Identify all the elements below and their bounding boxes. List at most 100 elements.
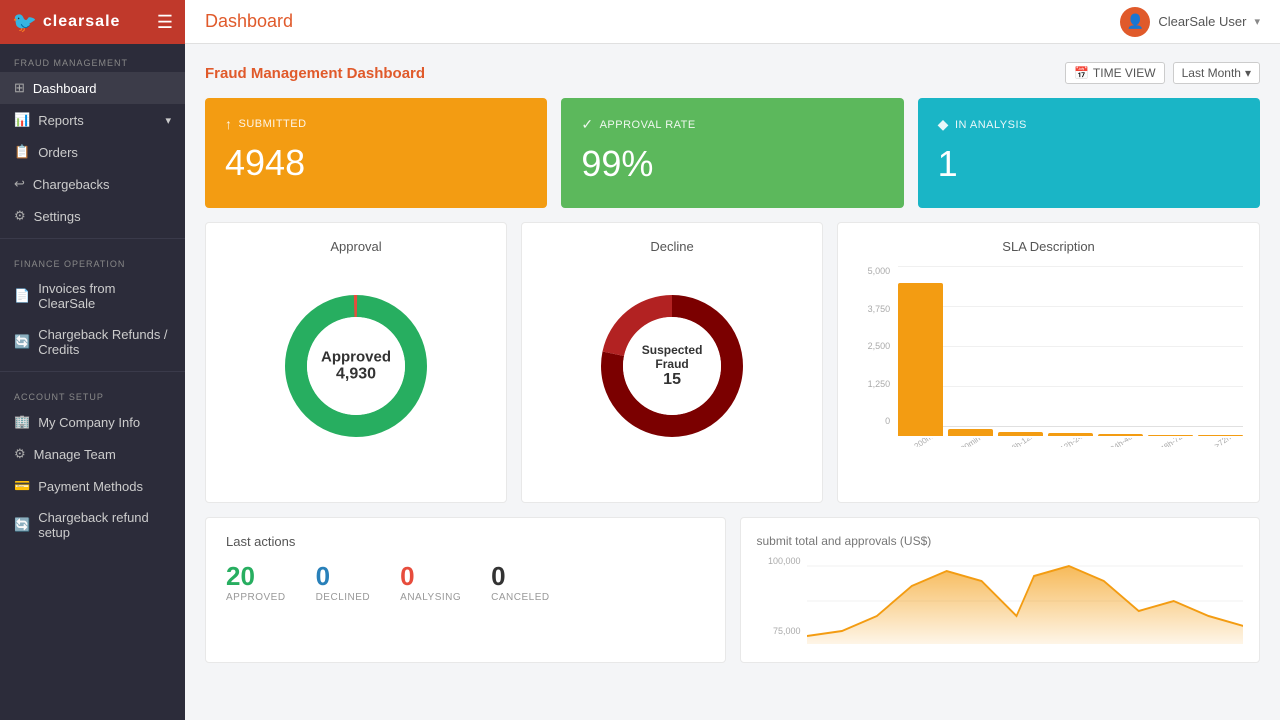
stat-canceled: 0 CANCELED [491, 561, 549, 603]
canceled-label: CANCELED [491, 592, 549, 603]
approval-donut-label: Approved 4,930 [321, 349, 391, 384]
bar-group-5 [1098, 434, 1143, 436]
sidebar-item-orders[interactable]: 📋 Orders [0, 136, 185, 168]
kpi-in-analysis: ◆ IN ANALYSIS 1 [918, 98, 1260, 208]
area-chart-container: 100,000 75,000 [757, 556, 1244, 646]
area-chart-card: submit total and approvals (US$) 100,000… [740, 517, 1261, 663]
sidebar-item-chargeback-setup[interactable]: 🔄 Chargeback refund setup [0, 502, 185, 548]
time-period-value: Last Month [1182, 66, 1241, 80]
chevron-down-icon: ▾ [1245, 66, 1251, 80]
canceled-value: 0 [491, 561, 549, 592]
kpi-submitted-label: SUBMITTED [239, 118, 307, 130]
kpi-submitted-value: 4948 [225, 142, 527, 184]
analysing-value: 0 [400, 561, 461, 592]
x-label-2: 200min-6h [948, 438, 993, 447]
company-icon: 🏢 [14, 414, 30, 430]
bottom-row: Last actions 20 APPROVED 0 DECLINED 0 AN… [205, 517, 1260, 663]
bar-200min [898, 283, 943, 436]
logo: 🐦 clearsale [12, 10, 120, 35]
reports-icon: 📊 [14, 112, 30, 128]
area-chart-svg [807, 556, 1244, 646]
sidebar-header: 🐦 clearsale ☰ [0, 0, 185, 44]
stat-declined: 0 DECLINED [316, 561, 371, 603]
chevron-down-icon: ▾ [1254, 15, 1260, 28]
logo-icon: 🐦 [12, 10, 37, 35]
decline-donut-label: Suspected Fraud 15 [632, 343, 712, 389]
hamburger-button[interactable]: ☰ [157, 12, 173, 33]
sidebar-item-label: Invoices from ClearSale [38, 281, 171, 311]
avatar: 👤 [1120, 7, 1150, 37]
analysis-icon: ◆ [938, 116, 949, 133]
chargeback-setup-icon: 🔄 [14, 517, 30, 533]
sidebar-item-label: Payment Methods [38, 479, 143, 494]
sidebar-item-label: Manage Team [34, 447, 116, 462]
team-icon: ⚙ [14, 446, 26, 462]
sidebar-item-manage-team[interactable]: ⚙ Manage Team [0, 438, 185, 470]
section-label-account: Account Setup [0, 378, 185, 406]
dashboard-header: Fraud Management Dashboard 📅 TIME VIEW L… [205, 62, 1260, 84]
y-label-2500: 2,500 [854, 341, 890, 351]
sidebar-item-settings[interactable]: ⚙ Settings [0, 200, 185, 232]
sidebar-item-label: Chargeback refund setup [38, 510, 171, 540]
sidebar-item-label: Dashboard [33, 81, 97, 96]
chargebacks-icon: ↩ [14, 176, 25, 192]
sidebar-item-chargebacks[interactable]: ↩ Chargebacks [0, 168, 185, 200]
decline-center-value: 15 [663, 371, 681, 388]
dashboard-icon: ⊞ [14, 80, 25, 96]
decline-chart-card: Decline Suspected Fraud 15 [521, 222, 823, 503]
last-actions-card: Last actions 20 APPROVED 0 DECLINED 0 AN… [205, 517, 726, 663]
sidebar-item-dashboard[interactable]: ⊞ Dashboard [0, 72, 185, 104]
kpi-approval-value: 99% [581, 143, 883, 185]
x-label-3: 6h-12h [998, 438, 1043, 447]
calendar-icon: 📅 [1074, 66, 1089, 80]
approved-label: APPROVED [226, 592, 286, 603]
bar-72h [1198, 435, 1243, 436]
sidebar-item-invoices[interactable]: 📄 Invoices from ClearSale [0, 273, 185, 319]
bar-12h-24h [1048, 433, 1093, 436]
bar-group-6 [1148, 435, 1193, 436]
actions-stats: 20 APPROVED 0 DECLINED 0 ANALYSING 0 CAN… [226, 561, 705, 603]
bar-group-4 [1048, 433, 1093, 436]
chart-row: Approval Approved 4,930 [205, 222, 1260, 503]
y-area-label-100k: 100,000 [757, 556, 801, 566]
sidebar-item-label: Reports [38, 113, 84, 128]
sidebar-item-reports[interactable]: 📊 Reports ▾ [0, 104, 185, 136]
time-view-button[interactable]: 📅 TIME VIEW [1065, 62, 1165, 84]
orders-icon: 📋 [14, 144, 30, 160]
bar-group-7 [1198, 435, 1243, 436]
y-label-1250: 1,250 [854, 379, 890, 389]
kpi-approval-rate: ✓ APPROVAL RATE 99% [561, 98, 903, 208]
sidebar-item-my-company[interactable]: 🏢 My Company Info [0, 406, 185, 438]
decline-donut: Suspected Fraud 15 [592, 286, 752, 446]
sidebar-item-chargeback-refunds[interactable]: 🔄 Chargeback Refunds / Credits [0, 319, 185, 365]
user-menu[interactable]: 👤 ClearSale User ▾ [1120, 7, 1260, 37]
time-period-button[interactable]: Last Month ▾ [1173, 62, 1260, 84]
x-label-1: < 200min [898, 438, 943, 447]
invoices-icon: 📄 [14, 288, 30, 304]
sla-chart: 5,000 3,750 2,500 1,250 0 [854, 266, 1243, 486]
approval-donut-container: Approved 4,930 [222, 266, 490, 466]
bar-200min-6h [948, 429, 993, 436]
settings-icon: ⚙ [14, 208, 26, 224]
bar-group-2 [948, 429, 993, 436]
submitted-icon: ↑ [225, 116, 233, 132]
approval-icon: ✓ [581, 116, 593, 133]
content-area: Fraud Management Dashboard 📅 TIME VIEW L… [185, 44, 1280, 720]
kpi-analysis-label: IN ANALYSIS [955, 119, 1027, 131]
kpi-row: ↑ SUBMITTED 4948 ✓ APPROVAL RATE 99% ◆ I… [205, 98, 1260, 208]
chargeback-refunds-icon: 🔄 [14, 334, 30, 350]
y-area-label-75k: 75,000 [757, 626, 801, 636]
sidebar-item-payment-methods[interactable]: 💳 Payment Methods [0, 470, 185, 502]
logo-text: clearsale [43, 13, 121, 31]
sla-chart-title: SLA Description [854, 239, 1243, 254]
approved-value: 20 [226, 561, 286, 592]
x-label-4: 12h-24h [1048, 438, 1093, 447]
time-view-label: TIME VIEW [1093, 66, 1156, 80]
user-name: ClearSale User [1158, 14, 1246, 29]
section-label-fraud: Fraud Management [0, 44, 185, 72]
page-title: Dashboard [205, 11, 293, 32]
last-actions-title: Last actions [226, 534, 705, 549]
approval-center-label: Approved [321, 349, 391, 366]
y-label-0: 0 [854, 416, 890, 426]
approval-chart-card: Approval Approved 4,930 [205, 222, 507, 503]
